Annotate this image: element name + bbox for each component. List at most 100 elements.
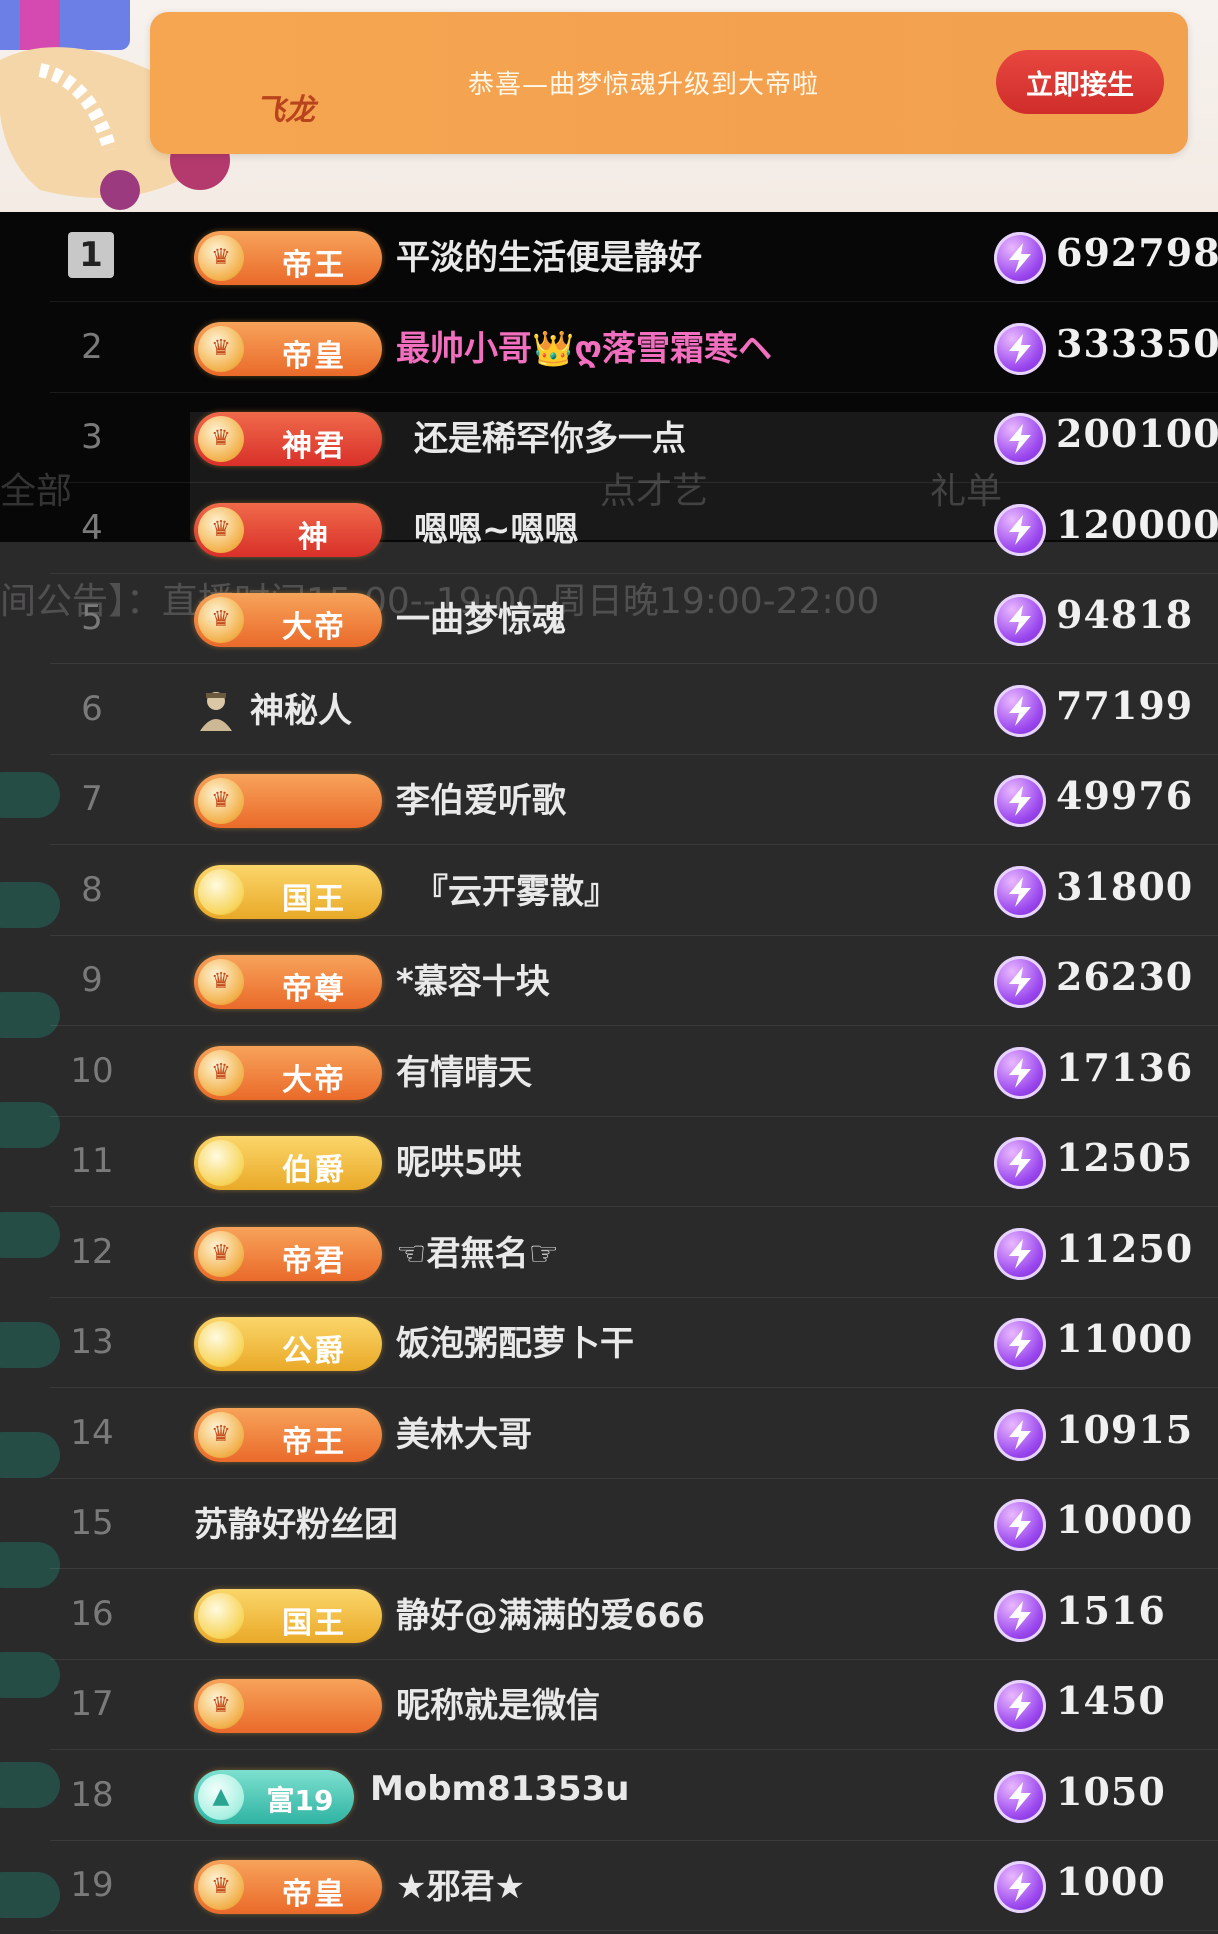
contribution-score: 17136	[1056, 1044, 1194, 1090]
user-name[interactable]: *慕容十块	[396, 954, 550, 1003]
rank-number: 10	[70, 1050, 114, 1091]
ranking-row[interactable]: 19 ♛ 帝皇 ★邪君★ 1000	[0, 1841, 1218, 1931]
level-badge: ♛ 帝皇	[194, 321, 382, 376]
ranking-row[interactable]: 2 ♛ 帝皇 最帅小哥👑ღ落雪霜寒ヘ 333350	[0, 303, 1218, 393]
rank-emblem-icon: ♛	[198, 1230, 244, 1277]
lightning-coin-icon	[994, 684, 1046, 737]
ranking-row[interactable]: 11 伯爵 昵哄5哄 12505	[0, 1117, 1218, 1207]
ranking-row[interactable]: 13 公爵 饭泡粥配萝卜干 11000	[0, 1298, 1218, 1388]
rank-number: 7	[81, 779, 103, 819]
upgrade-banner[interactable]: 恭喜—曲梦惊魂升级到大帝啦 立即接生	[150, 12, 1188, 154]
level-badge: ♛ 大帝	[194, 593, 382, 647]
rank-number: 1	[68, 232, 114, 278]
user-name[interactable]: 有情晴天	[396, 1045, 532, 1094]
join-now-button[interactable]: 立即接生	[996, 50, 1164, 114]
ranking-row[interactable]: 5 ♛ 大帝 一曲梦惊魂 94818	[0, 574, 1218, 664]
lightning-coin-icon	[994, 1589, 1046, 1642]
level-badge-label: 伯爵	[282, 1153, 346, 1188]
level-badge-label: 国王	[282, 1605, 346, 1641]
ranking-row[interactable]: 4 ♛ 神嗯嗯~嗯嗯 120000	[0, 484, 1218, 574]
user-name[interactable]: 一曲梦惊魂	[396, 592, 566, 641]
banner-deco-text: 飞龙	[255, 93, 315, 128]
level-badge: ♛ 大帝	[194, 1045, 382, 1100]
user-name[interactable]: 李伯爱听歌	[396, 773, 566, 822]
contribution-score: 11000	[1056, 1316, 1194, 1361]
rank-emblem-icon	[198, 1321, 244, 1367]
level-badge: ♛ 神	[194, 502, 382, 557]
level-badge: 公爵	[194, 1317, 382, 1371]
rank-number: 18	[70, 1774, 114, 1815]
ranking-row[interactable]: 15 苏静好粉丝团 10000	[0, 1479, 1218, 1569]
rank-emblem-icon: ♛	[198, 778, 244, 824]
rank-number: 5	[81, 598, 103, 638]
ranking-row[interactable]: 9 ♛ 帝尊 *慕容十块 26230	[0, 936, 1218, 1026]
ranking-row[interactable]: 7 ♛ 李伯爱听歌 49976	[0, 755, 1218, 845]
rank-emblem-icon: ♛	[198, 1864, 244, 1910]
rank-number: 9	[81, 960, 103, 1000]
rank-number: 3	[81, 417, 103, 457]
level-badge-label: 帝皇	[282, 338, 346, 374]
level-badge: ♛ 帝君	[194, 1226, 382, 1281]
ranking-row[interactable]: 18 ▲ 富19 Mobm81353u 1050	[0, 1751, 1218, 1841]
lightning-coin-icon	[994, 232, 1046, 284]
rank-number: 15	[70, 1503, 114, 1543]
ranking-row[interactable]: 14 ♛ 帝王 美林大哥 10915	[0, 1389, 1218, 1479]
rank-number: 12	[70, 1231, 114, 1272]
rank-number: 6	[81, 688, 103, 729]
ranking-row[interactable]: 1 ♛ 帝王 平淡的生活便是静好 692798	[0, 212, 1218, 302]
user-name[interactable]: 嗯嗯~嗯嗯	[414, 502, 579, 551]
lightning-coin-icon	[994, 1861, 1046, 1913]
lightning-coin-icon	[994, 1227, 1046, 1280]
user-name[interactable]: 『云开雾散』	[414, 864, 618, 913]
user-name[interactable]: 神秘人	[250, 683, 352, 732]
ranking-row[interactable]: 3 ♛ 神君 还是稀罕你多一点 200100	[0, 393, 1218, 483]
ranking-row[interactable]: 16 国王 静好@满满的爱666 1516	[0, 1570, 1218, 1660]
contribution-score: 26230	[1056, 954, 1194, 999]
lightning-coin-icon	[994, 775, 1046, 827]
ranking-row[interactable]: 6 神秘人 77199	[0, 665, 1218, 755]
ranking-row[interactable]: 17 ♛ 昵称就是微信 1450	[0, 1660, 1218, 1750]
user-name[interactable]: Mobm81353u	[370, 1769, 629, 1809]
level-badge-label: 大帝	[282, 1062, 346, 1098]
user-name[interactable]: 平淡的生活便是静好	[396, 230, 702, 279]
user-name[interactable]: ★邪君★	[396, 1859, 525, 1908]
level-badge-label: 帝皇	[282, 1877, 346, 1912]
contribution-score: 692798	[1056, 230, 1218, 275]
contribution-score: 77199	[1056, 682, 1194, 728]
contribution-score: 1050	[1056, 1768, 1166, 1814]
row-divider	[50, 1930, 1218, 1931]
user-name[interactable]: 昵哄5哄	[396, 1135, 522, 1184]
user-name[interactable]: 昵称就是微信	[396, 1678, 600, 1727]
rank-emblem-icon: ♛	[198, 325, 244, 372]
contribution-score: 10000	[1056, 1497, 1194, 1542]
user-name[interactable]: ☜君無名☞	[396, 1226, 559, 1275]
level-badge-label: 国王	[282, 881, 346, 917]
ranking-row[interactable]: 12 ♛ 帝君 ☜君無名☞ 11250	[0, 1208, 1218, 1298]
level-badge: ♛	[194, 1679, 382, 1733]
level-badge-label: 神君	[282, 429, 346, 464]
user-name[interactable]: 美林大哥	[396, 1407, 532, 1456]
rank-number: 2	[81, 326, 103, 367]
lightning-coin-icon	[994, 956, 1046, 1008]
level-badge-label: 帝王	[282, 1424, 346, 1460]
user-name[interactable]: 还是稀罕你多一点	[414, 411, 686, 460]
mystery-avatar-icon	[196, 687, 236, 733]
user-name[interactable]: 苏静好粉丝团	[194, 1497, 398, 1546]
contribution-score: 200100	[1056, 411, 1218, 456]
rank-number: 14	[70, 1412, 114, 1453]
level-badge-label: 公爵	[282, 1334, 346, 1369]
lightning-coin-icon	[994, 322, 1046, 375]
level-badge: ♛ 帝王	[194, 231, 382, 285]
ranking-row[interactable]: 8 国王 『云开雾散』 31800	[0, 846, 1218, 936]
user-name[interactable]: 饭泡粥配萝卜干	[396, 1316, 634, 1365]
rank-number: 19	[70, 1865, 114, 1905]
user-name[interactable]: 最帅小哥👑ღ落雪霜寒ヘ	[396, 321, 772, 370]
level-badge-label: 帝王	[282, 248, 346, 283]
ranking-row[interactable]: 10 ♛ 大帝 有情晴天 17136	[0, 1027, 1218, 1117]
contribution-score: 94818	[1056, 592, 1194, 637]
rank-emblem-icon: ♛	[198, 597, 244, 643]
contribution-score: 49976	[1056, 773, 1194, 818]
contribution-score: 1516	[1056, 1587, 1166, 1633]
lightning-coin-icon	[994, 594, 1046, 646]
user-name[interactable]: 静好@满满的爱666	[396, 1588, 705, 1637]
